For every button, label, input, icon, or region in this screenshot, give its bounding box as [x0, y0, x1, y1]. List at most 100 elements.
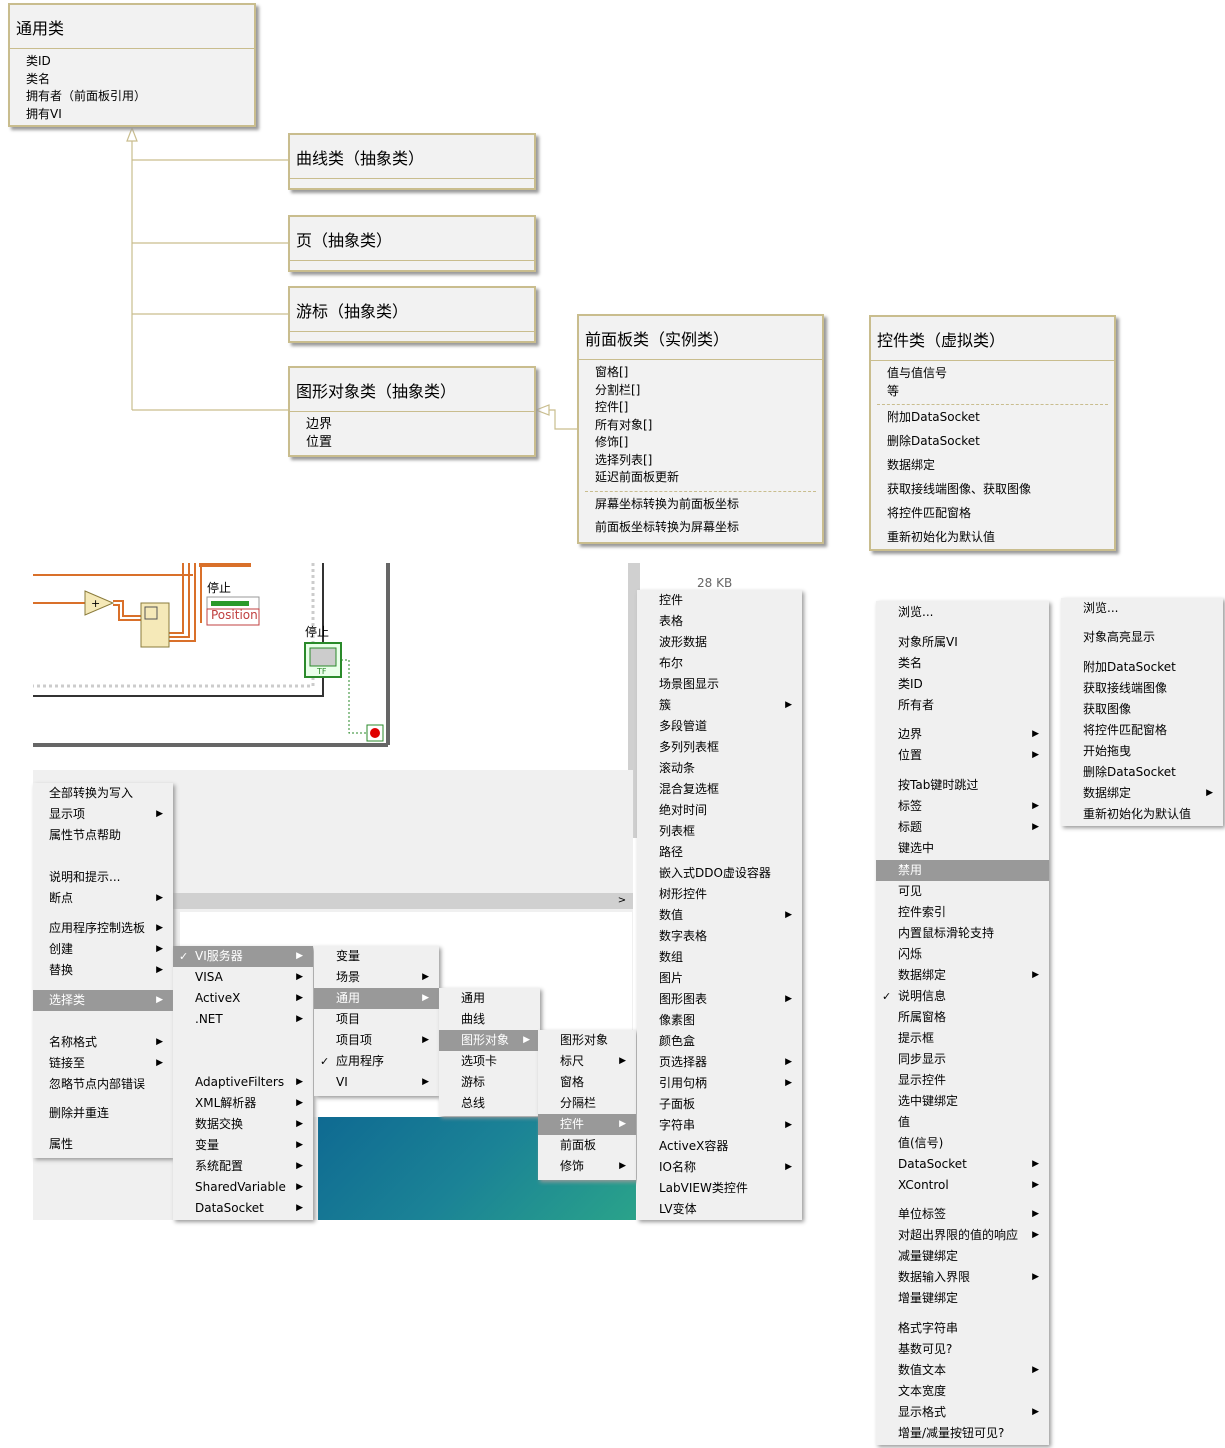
menu-item-visa[interactable]: VISA ▶ — [173, 967, 313, 988]
menu-item-cluster[interactable]: 簇 ▶ — [637, 695, 802, 716]
menu-item-select-key-binding[interactable]: 选中键绑定 — [876, 1091, 1049, 1112]
menu-item-activex[interactable]: ActiveX ▶ — [173, 988, 313, 1009]
menu-item-text-width[interactable]: 文本宽度 — [876, 1381, 1049, 1402]
menu-item-ddo-container[interactable]: 嵌入式DDO虚设容器 — [637, 863, 802, 884]
menu-item-get-image[interactable]: 获取图像 — [1061, 699, 1223, 720]
menu-item-io-name[interactable]: IO名称 ▶ — [637, 1157, 802, 1178]
menu-item-variable-class[interactable]: 变量 — [314, 946, 439, 967]
menu-item-inc-dec-visible[interactable]: 增量/减量按钮可见? — [876, 1423, 1049, 1444]
menu-item-browse[interactable]: 浏览... — [876, 602, 1049, 623]
menu-item-show-items[interactable]: 显示项 ▶ — [33, 804, 173, 825]
scroll-right-icon[interactable]: > — [612, 893, 632, 909]
menu-item-datasocket[interactable]: DataSocket ▶ — [173, 1198, 313, 1219]
menu-item-listbox[interactable]: 列表框 — [637, 821, 802, 842]
menu-item-scene[interactable]: 场景 ▶ — [314, 967, 439, 988]
menu-item-boolean[interactable]: 布尔 — [637, 653, 802, 674]
menu-item-sync-display[interactable]: 同步显示 — [876, 1049, 1049, 1070]
menu-item-scrollbar[interactable]: 滚动条 — [637, 758, 802, 779]
menu-item-pane[interactable]: 窗格 — [538, 1072, 636, 1093]
menu-item-xcontrol[interactable]: XControl ▶ — [876, 1175, 1049, 1196]
menu-item-page-selector[interactable]: 页选择器 ▶ — [637, 1052, 802, 1073]
menu-item-description[interactable]: 说明和提示... — [33, 867, 173, 888]
menu-item-subpanel[interactable]: 子面板 — [637, 1094, 802, 1115]
menu-item-refnum[interactable]: 引用句柄 ▶ — [637, 1073, 802, 1094]
menu-item-property-help[interactable]: 属性节点帮助 — [33, 825, 173, 846]
menu-item-multi-segment-pipe[interactable]: 多段管道 — [637, 716, 802, 737]
menu-item-digital-table[interactable]: 数字表格 — [637, 926, 802, 947]
menu-item-table[interactable]: 表格 — [637, 611, 802, 632]
menu-item-data-entry-limits[interactable]: 数据输入界限 ▶ — [876, 1267, 1049, 1288]
menu-item-value-signaling[interactable]: 值(信号) — [876, 1133, 1049, 1154]
menu-item-datasocket-prop[interactable]: DataSocket ▶ — [876, 1154, 1049, 1175]
menu-item-key-focus[interactable]: 键选中 — [876, 838, 1049, 859]
menu-item-app-control-palette[interactable]: 应用程序控制选板 ▶ — [33, 918, 173, 939]
menu-item-value[interactable]: 值 — [876, 1112, 1049, 1133]
menu-item-owner[interactable]: 所有者 — [876, 695, 1049, 716]
menu-item-activex-container[interactable]: ActiveX容器 — [637, 1136, 802, 1157]
menu-item-array[interactable]: 数组 — [637, 947, 802, 968]
menu-item-path[interactable]: 路径 — [637, 842, 802, 863]
menu-item-vi[interactable]: VI ▶ — [314, 1072, 439, 1093]
menu-item-adaptive-filters[interactable]: AdaptiveFilters ▶ — [173, 1072, 313, 1093]
menu-item-pixmap[interactable]: 像素图 — [637, 1010, 802, 1031]
menu-item-name-format[interactable]: 名称格式 ▶ — [33, 1032, 173, 1053]
menu-item-application[interactable]: ✓ 应用程序 — [314, 1051, 439, 1072]
menu-item-project[interactable]: 项目 — [314, 1009, 439, 1030]
menu-item-bus[interactable]: 总线 — [439, 1093, 540, 1114]
menu-item-delete-datasocket[interactable]: 删除DataSocket — [1061, 762, 1223, 783]
menu-item-lv-variant[interactable]: LV变体 — [637, 1199, 802, 1220]
menu-item-splitter[interactable]: 分隔栏 — [538, 1093, 636, 1114]
menu-item-tab[interactable]: 选项卡 — [439, 1051, 540, 1072]
menu-item-graphic-object-class[interactable]: 图形对象 — [538, 1030, 636, 1051]
menu-item-caption[interactable]: 标题 ▶ — [876, 817, 1049, 838]
menu-item-description-info[interactable]: ✓ 说明信息 — [876, 986, 1049, 1007]
menu-item-variable[interactable]: 变量 ▶ — [173, 1135, 313, 1156]
menu-item-scale[interactable]: 标尺 ▶ — [538, 1051, 636, 1072]
menu-item-start-drag[interactable]: 开始拖曳 — [1061, 741, 1223, 762]
menu-item-owning-pane[interactable]: 所属窗格 — [876, 1007, 1049, 1028]
menu-item-numeric-text[interactable]: 数值文本 ▶ — [876, 1360, 1049, 1381]
menu-item-graphic-object[interactable]: 图形对象 ▶ — [439, 1030, 540, 1051]
menu-item-get-terminal-image[interactable]: 获取接线端图像 — [1061, 678, 1223, 699]
menu-item-waveform[interactable]: 波形数据 — [637, 632, 802, 653]
menu-item-delete-reconnect[interactable]: 删除并重连 — [33, 1103, 173, 1124]
menu-item-scene-graph[interactable]: 场景图显示 — [637, 674, 802, 695]
menu-item-shared-variable[interactable]: SharedVariable ▶ — [173, 1177, 313, 1198]
menu-item-fit-to-pane[interactable]: 将控件匹配窗格 — [1061, 720, 1223, 741]
menu-item-vi-server[interactable]: ✓ VI服务器 ▶ — [173, 946, 313, 967]
menu-item-highlight[interactable]: 对象高亮显示 — [1061, 627, 1223, 648]
menu-item-control-type[interactable]: 控件 — [637, 590, 802, 611]
menu-item-display-format[interactable]: 显示格式 ▶ — [876, 1402, 1049, 1423]
menu-item-visible[interactable]: 可见 — [876, 881, 1049, 902]
menu-item-graph-chart[interactable]: 图形图表 ▶ — [637, 989, 802, 1010]
menu-item-browse-method[interactable]: 浏览... — [1061, 598, 1223, 619]
menu-item-class-id[interactable]: 类ID — [876, 674, 1049, 695]
menu-item-bounds[interactable]: 边界 ▶ — [876, 724, 1049, 745]
menu-item-select-class[interactable]: 选择类 ▶ — [33, 990, 173, 1011]
menu-item-front-panel[interactable]: 前面板 — [538, 1135, 636, 1156]
menu-item-reinit-default[interactable]: 重新初始化为默认值 — [1061, 804, 1223, 825]
menu-item-mixed-checkbox[interactable]: 混合复选框 — [637, 779, 802, 800]
menu-item-generic[interactable]: 通用 ▶ — [314, 988, 439, 1009]
menu-item-decoration[interactable]: 修饰 ▶ — [538, 1156, 636, 1177]
menu-item-increment-key[interactable]: 增量键绑定 — [876, 1288, 1049, 1309]
menu-item-project-item[interactable]: 项目项 ▶ — [314, 1030, 439, 1051]
stop-control-label[interactable]: 停止 — [305, 623, 329, 640]
menu-item-format-string[interactable]: 格式字符串 — [876, 1318, 1049, 1339]
menu-item-convert-to-write[interactable]: 全部转换为写入 — [33, 783, 173, 804]
menu-item-replace[interactable]: 替换 ▶ — [33, 960, 173, 981]
menu-item-class-name[interactable]: 类名 — [876, 653, 1049, 674]
menu-item-system-config[interactable]: 系统配置 ▶ — [173, 1156, 313, 1177]
menu-item-disabled[interactable]: 禁用 — [876, 860, 1049, 881]
menu-item-absolute-time[interactable]: 绝对时间 — [637, 800, 802, 821]
menu-item-data-binding[interactable]: 数据绑定 ▶ — [876, 965, 1049, 986]
menu-item-cursor[interactable]: 游标 — [439, 1072, 540, 1093]
menu-item-unit-label[interactable]: 单位标签 ▶ — [876, 1204, 1049, 1225]
menu-item-tree[interactable]: 树形控件 — [637, 884, 802, 905]
menu-item-ignore-errors[interactable]: 忽略节点内部错误 — [33, 1074, 173, 1095]
menu-item-label[interactable]: 标签 ▶ — [876, 796, 1049, 817]
menu-item-xml-parser[interactable]: XML解析器 ▶ — [173, 1093, 313, 1114]
menu-item-data-binding-method[interactable]: 数据绑定 ▶ — [1061, 783, 1223, 804]
menu-item-blinking[interactable]: 闪烁 — [876, 944, 1049, 965]
menu-item-generic-class[interactable]: 通用 — [439, 988, 540, 1009]
